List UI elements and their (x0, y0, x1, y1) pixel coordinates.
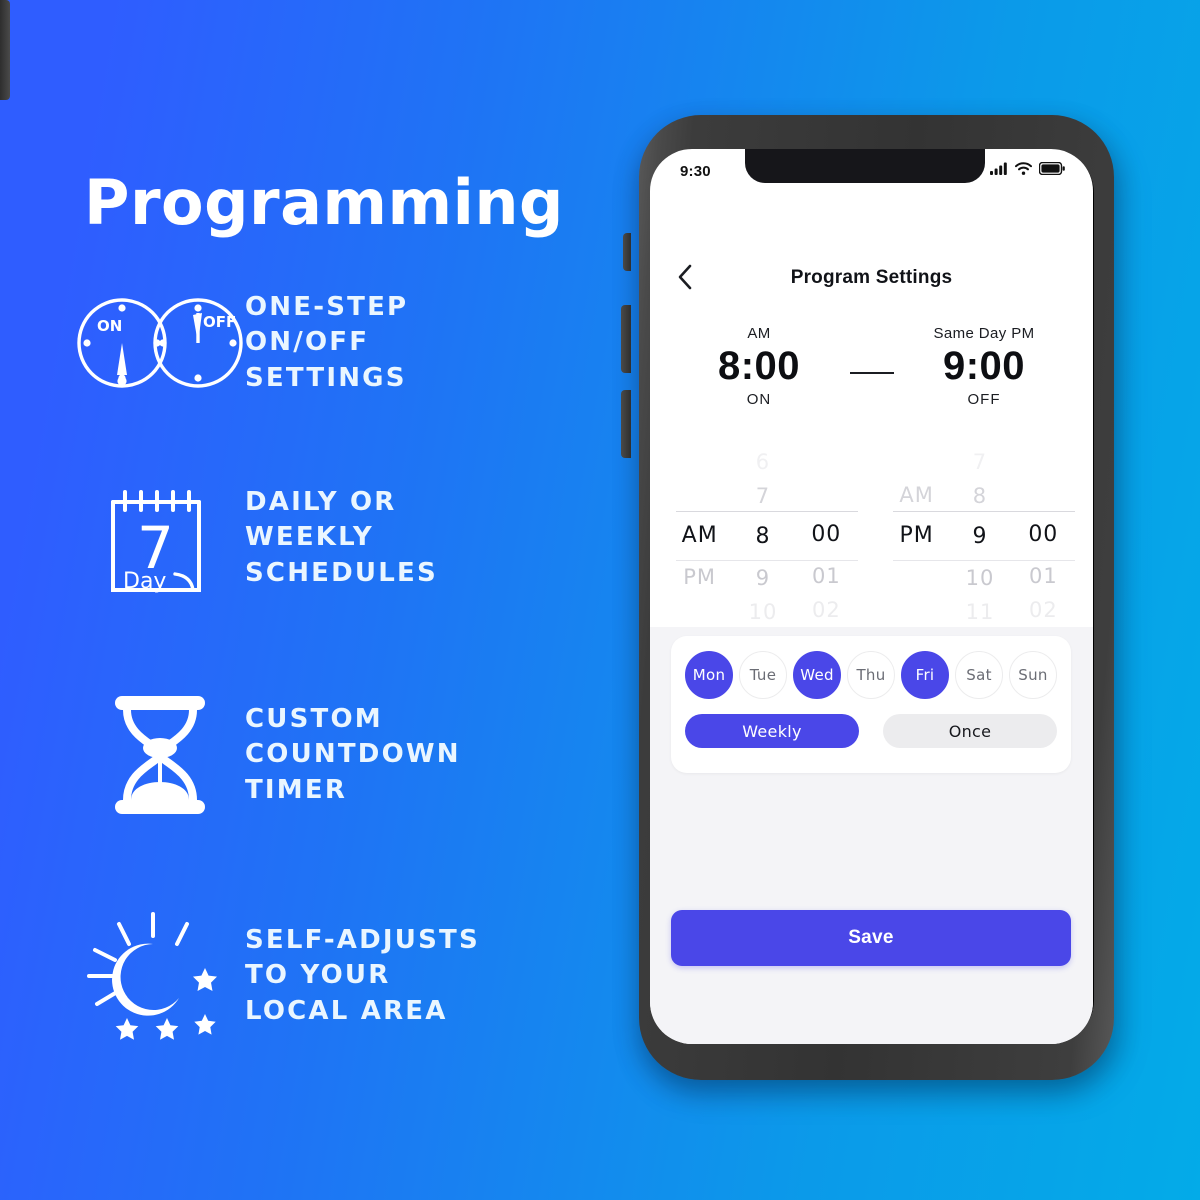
picker-cell (1012, 478, 1075, 511)
feature-label: SELF-ADJUSTS TO YOUR LOCAL AREA (245, 924, 480, 1026)
picker-cell[interactable]: 01 (795, 559, 858, 593)
day-chip-sat[interactable]: Sat (955, 651, 1003, 699)
summary-start-period: AM (747, 325, 771, 342)
feature-custom-countdown-timer: CUSTOM COUNTDOWN TIMER (75, 690, 461, 820)
on-off-clocks-icon: ON OFF (75, 291, 245, 395)
start-time-picker[interactable]: AM PM 6 7 8 9 10 00 01 02 (668, 445, 858, 627)
picker-cell-selected[interactable]: 00 (1012, 511, 1075, 559)
picker-cell (668, 445, 731, 478)
marketing-panel: Programming ON OFF ONE-STEP ON/OFF SETTI… (0, 0, 620, 1200)
end-minute-column[interactable]: 00 01 02 (1012, 445, 1075, 627)
picker-cell (668, 478, 731, 511)
end-time-picker[interactable]: AM PM 7 8 9 10 11 00 01 02 (885, 445, 1075, 627)
picker-cell: 7 (972, 450, 988, 474)
cellular-signal-icon (990, 162, 1008, 180)
day-chip-fri[interactable]: Fri (901, 651, 949, 699)
back-button[interactable] (668, 262, 702, 296)
summary-start-time: 8:00 (717, 344, 801, 388)
sun-moon-stars-icon (75, 906, 245, 1046)
picker-cell (885, 594, 948, 627)
picker-cell (885, 445, 948, 478)
picker-cell[interactable]: 01 (1012, 559, 1075, 593)
phone-screen: 9:30 Program Settings AM 8:00 ON Same Da… (650, 149, 1093, 1044)
screen-title: Program Settings (790, 267, 953, 288)
svg-text:Day: Day (123, 569, 166, 594)
picker-cell[interactable]: 10 (948, 561, 1011, 595)
picker-cell (795, 478, 858, 511)
day-chip-sun[interactable]: Sun (1009, 651, 1057, 699)
day-selector: Mon Tue Wed Thu Fri Sat Sun (685, 651, 1057, 699)
feature-label: DAILY OR WEEKLY SCHEDULES (245, 486, 438, 588)
feature-label: ONE-STEP ON/OFF SETTINGS (245, 292, 409, 393)
picker-cell: 10 (748, 600, 778, 624)
feature-daily-weekly-schedules: 7 Day DAILY OR WEEKLY SCHEDULES (75, 478, 438, 598)
picker-cell: 02 (811, 598, 841, 622)
wifi-icon (1015, 162, 1032, 180)
feature-one-step-onoff: ON OFF ONE-STEP ON/OFF SETTINGS (75, 290, 408, 396)
nav-bar: Program Settings (650, 254, 1093, 302)
repeat-mode-toggle: Weekly Once (685, 714, 1057, 748)
repeat-weekly-button[interactable]: Weekly (685, 714, 859, 748)
picker-cell-selected[interactable]: 00 (795, 511, 858, 559)
feature-self-adjusts-local-area: SELF-ADJUSTS TO YOUR LOCAL AREA (75, 906, 480, 1046)
status-bar: 9:30 (650, 149, 1093, 189)
schedule-options-area: Mon Tue Wed Thu Fri Sat Sun Weekly Once … (650, 627, 1093, 1044)
summary-separator (849, 372, 894, 375)
picker-cell-selected[interactable]: AM (668, 512, 731, 560)
summary-end-period: Same Day PM (933, 325, 1035, 342)
repeat-once-button[interactable]: Once (883, 714, 1057, 748)
start-minute-column[interactable]: 00 01 02 (795, 445, 858, 627)
day-chip-mon[interactable]: Mon (685, 651, 733, 699)
picker-cell[interactable]: AM (885, 478, 948, 512)
status-time: 9:30 (680, 162, 711, 180)
svg-text:ON: ON (97, 317, 122, 335)
battery-icon (1038, 161, 1065, 180)
save-button[interactable]: Save (671, 910, 1071, 966)
start-meridiem-column[interactable]: AM PM (668, 445, 731, 627)
picker-cell[interactable]: 8 (948, 479, 1011, 513)
chevron-left-icon (677, 264, 693, 295)
picker-cell (1012, 445, 1075, 478)
picker-cell (885, 560, 948, 593)
picker-cell-selected[interactable]: 9 (948, 513, 1011, 561)
phone-volume-down-button[interactable] (621, 390, 631, 458)
day-chip-thu[interactable]: Thu (847, 651, 895, 699)
picker-cell: 11 (965, 600, 995, 624)
time-pickers: AM PM 6 7 8 9 10 00 01 02 AM PM 7 8 9 10… (650, 445, 1093, 627)
picker-cell (668, 594, 731, 627)
picker-cell-selected[interactable]: 8 (731, 513, 794, 561)
summary-end-time: 9:00 (942, 344, 1026, 388)
calendar-7-day-icon: 7 Day (75, 478, 245, 598)
picker-cell: 02 (1028, 598, 1058, 622)
picker-cell (795, 445, 858, 478)
summary-start-state: ON (746, 390, 772, 408)
hourglass-icon (75, 690, 245, 820)
day-chip-tue[interactable]: Tue (739, 651, 787, 699)
svg-text:OFF: OFF (203, 313, 236, 331)
phone-mute-switch[interactable] (623, 233, 631, 271)
repeat-card: Mon Tue Wed Thu Fri Sat Sun Weekly Once (671, 636, 1071, 773)
picker-cell[interactable]: 7 (731, 479, 794, 513)
feature-label: CUSTOM COUNTDOWN TIMER (245, 703, 461, 805)
end-meridiem-column[interactable]: AM PM (885, 445, 948, 627)
summary-start: AM 8:00 ON (674, 325, 844, 408)
picker-cell-selected[interactable]: PM (885, 512, 948, 560)
start-hour-column[interactable]: 6 7 8 9 10 (731, 445, 794, 627)
schedule-summary: AM 8:00 ON Same Day PM 9:00 OFF (650, 325, 1093, 408)
picker-cell[interactable]: 9 (731, 561, 794, 595)
phone-volume-up-button[interactable] (621, 305, 631, 373)
picker-cell[interactable]: PM (668, 560, 731, 594)
end-hour-column[interactable]: 7 8 9 10 11 (948, 445, 1011, 627)
summary-end: Same Day PM 9:00 OFF (899, 325, 1069, 408)
day-chip-wed[interactable]: Wed (793, 651, 841, 699)
summary-end-state: OFF (967, 390, 1001, 408)
page-title: Programming (84, 166, 564, 239)
picker-cell: 6 (755, 450, 771, 474)
